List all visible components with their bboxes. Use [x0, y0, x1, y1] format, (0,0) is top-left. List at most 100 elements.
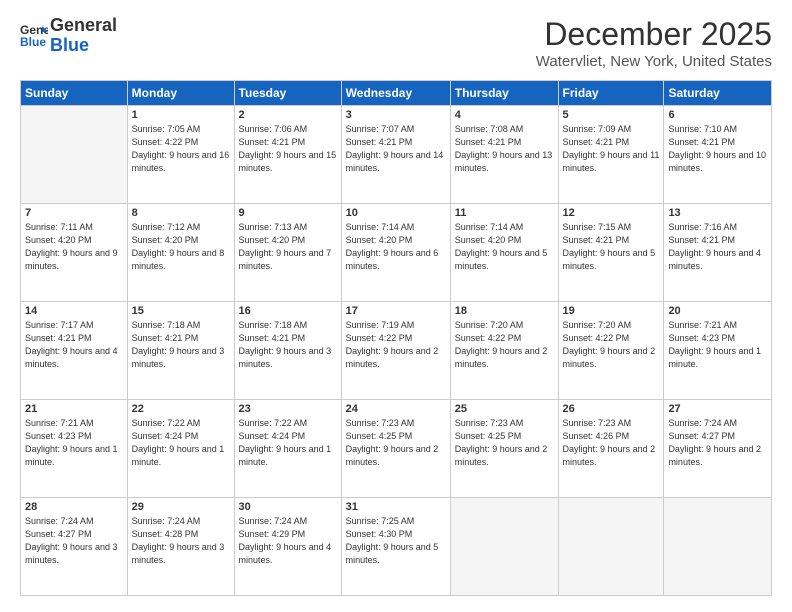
day-info: Sunrise: 7:05 AMSunset: 4:22 PMDaylight:… [132, 123, 230, 175]
day-number: 15 [132, 305, 230, 317]
day-info: Sunrise: 7:22 AMSunset: 4:24 PMDaylight:… [239, 417, 337, 469]
calendar-day-cell: 6 Sunrise: 7:10 AMSunset: 4:21 PMDaylight… [664, 106, 772, 204]
day-info: Sunrise: 7:19 AMSunset: 4:22 PMDaylight:… [346, 319, 446, 371]
calendar-day-cell: 10 Sunrise: 7:14 AMSunset: 4:20 PMDayligh… [341, 204, 450, 302]
calendar-week-row: 7Sunrise: 7:11 AMSunset: 4:20 PMDaylight… [21, 204, 772, 302]
day-number: 6 [668, 109, 767, 121]
day-info: Sunrise: 7:06 AMSunset: 4:21 PMDaylight:… [239, 123, 337, 175]
calendar-day-cell: 13 Sunrise: 7:16 AMSunset: 4:21 PMDayligh… [664, 204, 772, 302]
day-info: Sunrise: 7:07 AMSunset: 4:21 PMDaylight:… [346, 123, 446, 175]
calendar-header-cell: Sunday [21, 81, 128, 106]
day-number: 16 [239, 305, 337, 317]
calendar-week-row: 1 Sunrise: 7:05 AMSunset: 4:22 PMDaylight… [21, 106, 772, 204]
calendar-day-cell: 24 Sunrise: 7:23 AMSunset: 4:25 PMDayligh… [341, 400, 450, 498]
day-info: Sunrise: 7:21 AMSunset: 4:23 PMDaylight:… [25, 417, 123, 469]
calendar-day-cell [558, 498, 664, 596]
calendar-day-cell: 4Sunrise: 7:08 AMSunset: 4:21 PMDaylight… [450, 106, 558, 204]
calendar-day-cell: 7Sunrise: 7:11 AMSunset: 4:20 PMDaylight… [21, 204, 128, 302]
calendar-week-row: 28 Sunrise: 7:24 AMSunset: 4:27 PMDayligh… [21, 498, 772, 596]
logo-text: General Blue [50, 16, 117, 56]
day-number: 25 [455, 403, 554, 415]
calendar-day-cell: 11 Sunrise: 7:14 AMSunset: 4:20 PMDayligh… [450, 204, 558, 302]
day-number: 23 [239, 403, 337, 415]
calendar-day-cell: 23 Sunrise: 7:22 AMSunset: 4:24 PMDayligh… [234, 400, 341, 498]
day-number: 10 [346, 207, 446, 219]
day-number: 13 [668, 207, 767, 219]
day-number: 1 [132, 109, 230, 121]
calendar-day-cell [664, 498, 772, 596]
day-number: 22 [132, 403, 230, 415]
day-info: Sunrise: 7:24 AMSunset: 4:28 PMDaylight:… [132, 515, 230, 567]
calendar-day-cell: 30 Sunrise: 7:24 AMSunset: 4:29 PMDayligh… [234, 498, 341, 596]
day-info: Sunrise: 7:14 AMSunset: 4:20 PMDaylight:… [346, 221, 446, 273]
day-info: Sunrise: 7:16 AMSunset: 4:21 PMDaylight:… [668, 221, 767, 273]
day-info: Sunrise: 7:21 AMSunset: 4:23 PMDaylight:… [668, 319, 767, 371]
page-subtitle: Watervliet, New York, United States [536, 53, 772, 70]
day-info: Sunrise: 7:18 AMSunset: 4:21 PMDaylight:… [239, 319, 337, 371]
day-number: 31 [346, 501, 446, 513]
day-info: Sunrise: 7:23 AMSunset: 4:25 PMDaylight:… [346, 417, 446, 469]
calendar-day-cell: 9Sunrise: 7:13 AMSunset: 4:20 PMDaylight… [234, 204, 341, 302]
day-info: Sunrise: 7:15 AMSunset: 4:21 PMDaylight:… [563, 221, 660, 273]
day-number: 20 [668, 305, 767, 317]
day-info: Sunrise: 7:24 AMSunset: 4:27 PMDaylight:… [668, 417, 767, 469]
calendar-day-cell: 12 Sunrise: 7:15 AMSunset: 4:21 PMDayligh… [558, 204, 664, 302]
calendar-day-cell: 8 Sunrise: 7:12 AMSunset: 4:20 PMDaylight… [127, 204, 234, 302]
day-number: 24 [346, 403, 446, 415]
calendar-day-cell [450, 498, 558, 596]
calendar-day-cell: 22 Sunrise: 7:22 AMSunset: 4:24 PMDayligh… [127, 400, 234, 498]
day-number: 17 [346, 305, 446, 317]
calendar-week-row: 14 Sunrise: 7:17 AMSunset: 4:21 PMDayligh… [21, 302, 772, 400]
day-info: Sunrise: 7:17 AMSunset: 4:21 PMDaylight:… [25, 319, 123, 371]
calendar-table: SundayMondayTuesdayWednesdayThursdayFrid… [20, 80, 772, 596]
calendar-day-cell: 25 Sunrise: 7:23 AMSunset: 4:25 PMDayligh… [450, 400, 558, 498]
calendar-day-cell: 15Sunrise: 7:18 AMSunset: 4:21 PMDayligh… [127, 302, 234, 400]
day-number: 14 [25, 305, 123, 317]
calendar-day-cell: 1 Sunrise: 7:05 AMSunset: 4:22 PMDaylight… [127, 106, 234, 204]
calendar-day-cell: 27 Sunrise: 7:24 AMSunset: 4:27 PMDayligh… [664, 400, 772, 498]
day-number: 26 [563, 403, 660, 415]
calendar-day-cell: 18Sunrise: 7:20 AMSunset: 4:22 PMDayligh… [450, 302, 558, 400]
day-info: Sunrise: 7:13 AMSunset: 4:20 PMDaylight:… [239, 221, 337, 273]
day-info: Sunrise: 7:14 AMSunset: 4:20 PMDaylight:… [455, 221, 554, 273]
day-number: 18 [455, 305, 554, 317]
day-info: Sunrise: 7:10 AMSunset: 4:21 PMDaylight:… [668, 123, 767, 175]
calendar-day-cell: 19Sunrise: 7:20 AMSunset: 4:22 PMDayligh… [558, 302, 664, 400]
calendar-header-cell: Friday [558, 81, 664, 106]
calendar-day-cell: 16 Sunrise: 7:18 AMSunset: 4:21 PMDayligh… [234, 302, 341, 400]
day-number: 30 [239, 501, 337, 513]
day-info: Sunrise: 7:23 AMSunset: 4:25 PMDaylight:… [455, 417, 554, 469]
calendar-header-cell: Thursday [450, 81, 558, 106]
day-info: Sunrise: 7:22 AMSunset: 4:24 PMDaylight:… [132, 417, 230, 469]
day-info: Sunrise: 7:11 AMSunset: 4:20 PMDaylight:… [25, 221, 123, 273]
calendar-day-cell: 17 Sunrise: 7:19 AMSunset: 4:22 PMDayligh… [341, 302, 450, 400]
day-info: Sunrise: 7:12 AMSunset: 4:20 PMDaylight:… [132, 221, 230, 273]
calendar-day-cell: 5 Sunrise: 7:09 AMSunset: 4:21 PMDaylight… [558, 106, 664, 204]
day-number: 12 [563, 207, 660, 219]
day-number: 2 [239, 109, 337, 121]
calendar-day-cell: 31Sunrise: 7:25 AMSunset: 4:30 PMDayligh… [341, 498, 450, 596]
day-number: 27 [668, 403, 767, 415]
calendar-day-cell [21, 106, 128, 204]
calendar-day-cell: 29 Sunrise: 7:24 AMSunset: 4:28 PMDayligh… [127, 498, 234, 596]
day-number: 29 [132, 501, 230, 513]
day-number: 11 [455, 207, 554, 219]
day-info: Sunrise: 7:24 AMSunset: 4:27 PMDaylight:… [25, 515, 123, 567]
calendar-day-cell: 14 Sunrise: 7:17 AMSunset: 4:21 PMDayligh… [21, 302, 128, 400]
day-number: 8 [132, 207, 230, 219]
calendar-day-cell: 2 Sunrise: 7:06 AMSunset: 4:21 PMDaylight… [234, 106, 341, 204]
day-info: Sunrise: 7:09 AMSunset: 4:21 PMDaylight:… [563, 123, 660, 175]
page-title: December 2025 [536, 16, 772, 53]
calendar-header-cell: Monday [127, 81, 234, 106]
day-info: Sunrise: 7:24 AMSunset: 4:29 PMDaylight:… [239, 515, 337, 567]
header: General Blue General Blue December 2025 … [20, 16, 772, 70]
day-number: 28 [25, 501, 123, 513]
calendar-day-cell: 28 Sunrise: 7:24 AMSunset: 4:27 PMDayligh… [21, 498, 128, 596]
title-area: December 2025 Watervliet, New York, Unit… [536, 16, 772, 70]
calendar-day-cell: 21Sunrise: 7:21 AMSunset: 4:23 PMDayligh… [21, 400, 128, 498]
calendar-header-cell: Tuesday [234, 81, 341, 106]
day-number: 3 [346, 109, 446, 121]
day-info: Sunrise: 7:08 AMSunset: 4:21 PMDaylight:… [455, 123, 554, 175]
svg-text:Blue: Blue [20, 35, 46, 49]
day-number: 5 [563, 109, 660, 121]
